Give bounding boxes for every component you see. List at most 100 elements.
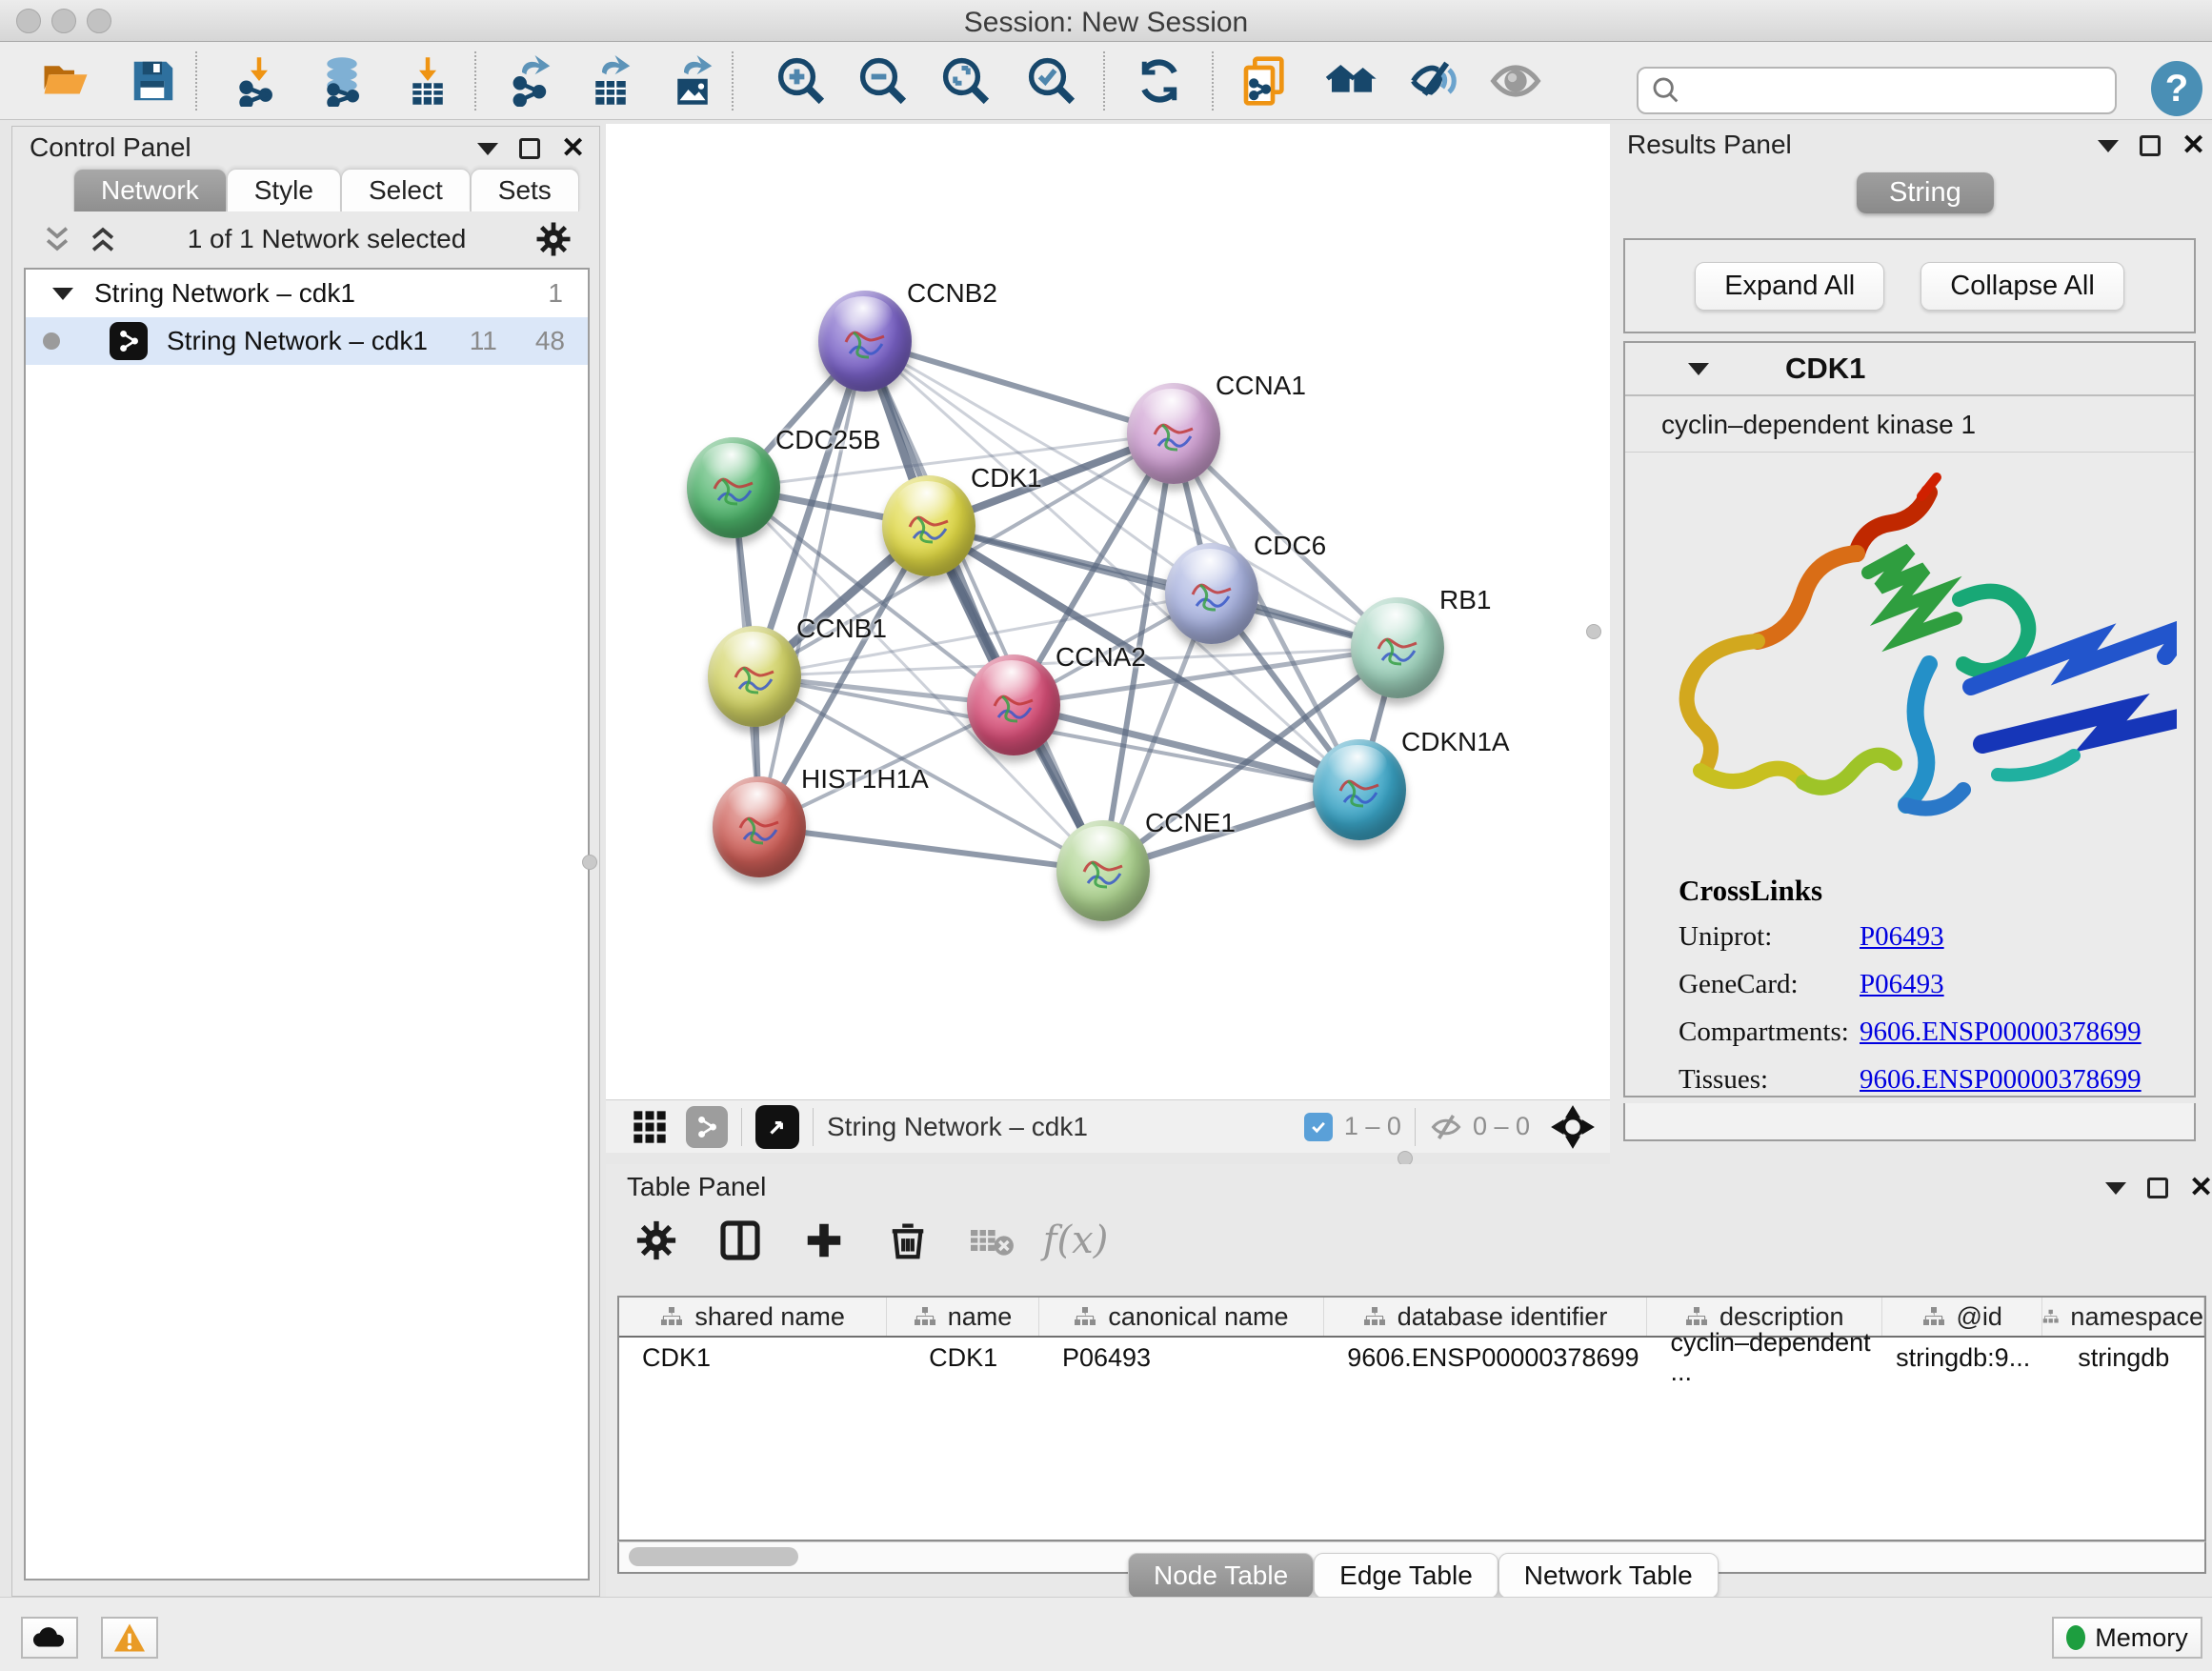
protein-thumbnail-icon [705, 460, 762, 517]
crosslink-link[interactable]: P06493 [1860, 969, 1944, 1000]
node-ccna1[interactable] [1127, 383, 1220, 484]
collapse-card-icon[interactable] [1688, 363, 1709, 375]
crosslink-link[interactable]: P06493 [1860, 921, 1944, 953]
panel-menu-icon[interactable] [2105, 1182, 2126, 1195]
hide-glyphs-icon[interactable] [1408, 53, 1463, 109]
table-cell[interactable]: P06493 [1039, 1338, 1324, 1378]
panel-menu-icon[interactable] [2098, 140, 2119, 152]
cloud-button[interactable] [21, 1617, 78, 1659]
tab-edge-table[interactable]: Edge Table [1314, 1553, 1498, 1599]
tab-node-table[interactable]: Node Table [1128, 1553, 1314, 1599]
table-row[interactable]: CDK1CDK1P064939606.ENSP00000378699cyclin… [619, 1338, 2204, 1378]
node-rb1[interactable] [1351, 597, 1444, 698]
zoom-fit-icon[interactable] [938, 53, 994, 109]
column-header--id[interactable]: @id [1882, 1298, 2042, 1336]
expand-all-button[interactable]: Expand All [1695, 262, 1884, 311]
node-cdkn1a[interactable] [1313, 739, 1406, 840]
column-header-database-identifier[interactable]: database identifier [1324, 1298, 1647, 1336]
create-column-icon[interactable] [796, 1214, 852, 1267]
memory-button[interactable]: Memory [2052, 1617, 2202, 1659]
zoom-selected-icon[interactable] [1024, 53, 1079, 109]
node-cdk1[interactable] [882, 475, 975, 576]
grid-view-icon[interactable] [631, 1108, 669, 1146]
float-panel-icon[interactable] [2147, 1178, 2168, 1198]
close-panel-icon[interactable]: ✕ [2182, 135, 2205, 156]
node-cdc25b[interactable] [687, 437, 780, 538]
import-network-from-database-icon[interactable] [314, 53, 370, 109]
edge-ccnb2-hist1h1a[interactable] [759, 341, 865, 827]
column-header-shared-name[interactable]: shared name [619, 1298, 887, 1336]
fit-content-crosshair-icon[interactable] [1551, 1105, 1595, 1149]
tree-expand-icon[interactable] [52, 288, 73, 300]
network-row[interactable]: String Network – cdk1 11 48 [26, 317, 588, 365]
show-glyphs-icon[interactable] [1488, 53, 1543, 109]
column-tree-icon [914, 1306, 936, 1327]
node-cdc6[interactable] [1165, 543, 1258, 644]
table-cell[interactable]: 9606.ENSP00000378699 [1324, 1338, 1647, 1378]
import-network-icon[interactable] [231, 53, 287, 109]
table-cell[interactable]: stringdb:9... [1883, 1338, 2043, 1378]
column-header-name[interactable]: name [887, 1298, 1039, 1336]
crosslink-link[interactable]: 9606.ENSP00000378699 [1860, 1064, 2142, 1096]
collapse-all-icon[interactable] [41, 223, 73, 255]
protein-thumbnail-icon [985, 677, 1042, 735]
panel-menu-icon[interactable] [477, 143, 498, 155]
edge-ccnb2-ccna1[interactable] [865, 341, 1174, 433]
protein-card-header[interactable]: CDK1 [1625, 343, 2194, 396]
table-cell[interactable]: cyclin–dependent ... [1647, 1338, 1882, 1378]
network-collection-row[interactable]: String Network – cdk1 1 [26, 270, 588, 317]
save-session-icon[interactable] [126, 53, 181, 109]
search-input[interactable] [1682, 76, 2092, 106]
right-splitter-handle[interactable] [1586, 624, 1601, 639]
birds-eye-view-icon[interactable] [755, 1105, 799, 1149]
tab-string[interactable]: String [1857, 172, 1994, 213]
close-panel-icon[interactable]: ✕ [561, 138, 585, 159]
update-network-icon[interactable] [1132, 53, 1187, 109]
tab-select[interactable]: Select [341, 169, 471, 211]
tab-network[interactable]: Network [73, 169, 227, 211]
float-panel-icon[interactable] [2140, 135, 2161, 156]
network-options-gear-icon[interactable] [534, 220, 573, 258]
tab-style[interactable]: Style [227, 169, 341, 211]
clone-network-icon[interactable] [1238, 53, 1294, 109]
float-panel-icon[interactable] [519, 138, 540, 159]
collapse-all-button[interactable]: Collapse All [1920, 262, 2124, 311]
delete-table-icon [964, 1214, 1019, 1267]
export-image-icon[interactable] [665, 53, 720, 109]
table-cell[interactable]: CDK1 [619, 1338, 887, 1378]
tab-sets[interactable]: Sets [471, 169, 579, 211]
column-header-namespace[interactable]: namespace [2042, 1298, 2204, 1336]
warnings-button[interactable] [101, 1617, 158, 1659]
delete-column-icon[interactable] [880, 1214, 935, 1267]
help-icon[interactable]: ? [2151, 61, 2202, 116]
left-splitter-handle[interactable] [582, 855, 597, 870]
node-ccna2[interactable] [967, 654, 1060, 755]
node-table[interactable]: shared namenamecanonical namedatabase id… [617, 1296, 2206, 1541]
close-panel-icon[interactable]: ✕ [2189, 1178, 2212, 1198]
string-view-icon[interactable] [686, 1106, 728, 1148]
edge-hist1h1a-ccne1[interactable] [759, 827, 1103, 871]
export-network-icon[interactable] [503, 53, 558, 109]
zoom-out-icon[interactable] [855, 53, 911, 109]
table-cell[interactable]: stringdb [2042, 1338, 2204, 1378]
table-cell[interactable]: CDK1 [887, 1338, 1039, 1378]
tab-network-table[interactable]: Network Table [1498, 1553, 1719, 1599]
export-table-icon[interactable] [583, 53, 638, 109]
zoom-in-icon[interactable] [774, 53, 829, 109]
search-box[interactable] [1637, 67, 2117, 114]
import-table-icon[interactable] [400, 53, 455, 109]
show-columns-icon[interactable] [713, 1214, 768, 1267]
table-options-gear-icon[interactable] [629, 1214, 684, 1267]
node-ccne1[interactable] [1056, 820, 1150, 921]
scrollbar-thumb[interactable] [629, 1547, 798, 1566]
string-home-icon[interactable] [1324, 53, 1379, 109]
open-session-icon[interactable] [38, 53, 93, 109]
node-ccnb1[interactable] [708, 626, 801, 727]
node-hist1h1a[interactable] [713, 776, 806, 877]
crosslink-link[interactable]: 9606.ENSP00000378699 [1860, 1017, 2142, 1048]
selected-checkbox-icon[interactable] [1304, 1113, 1333, 1141]
column-header-canonical-name[interactable]: canonical name [1039, 1298, 1324, 1336]
node-ccnb2[interactable] [818, 291, 912, 392]
expand-all-icon[interactable] [87, 223, 119, 255]
network-canvas[interactable]: CCNB2CCNA1CDC25BCDK1CDC6RB1CCNB1CCNA2CDK… [606, 124, 1610, 1099]
